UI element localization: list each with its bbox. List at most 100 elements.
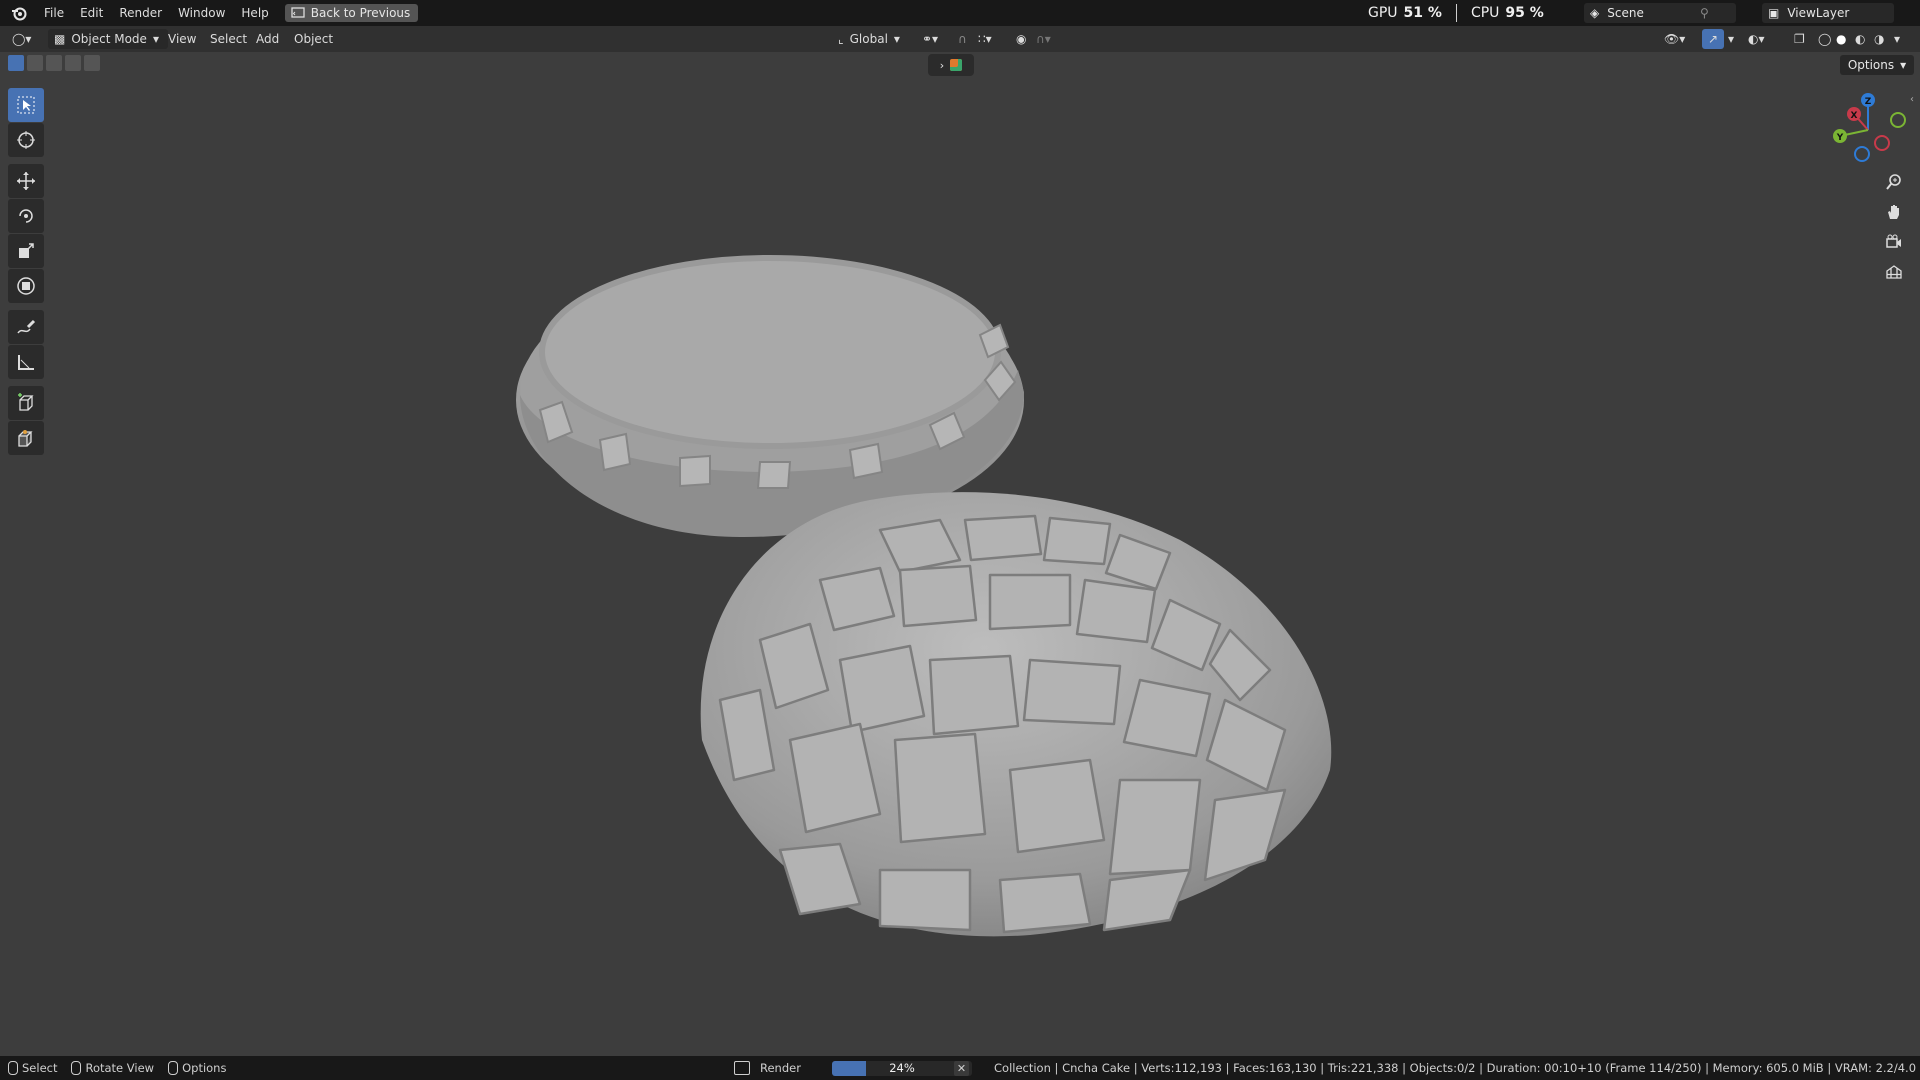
xray-icon: ❐ [1794,32,1805,46]
chevron-down-icon: ▾ [1900,58,1907,72]
cake-lid-mesh[interactable] [516,255,1024,538]
cake-dome-mesh[interactable] [700,492,1332,937]
cpu-label: CPU [1470,5,1500,21]
snap-target-button[interactable]: ∷▾ [978,29,992,49]
hint-rotate-view: Rotate View [71,1061,154,1076]
stats-divider [1455,4,1457,22]
select-extend-icon[interactable] [27,55,43,71]
xray-toggle[interactable]: ❐ [1794,29,1805,49]
render-job-label: Render [760,1061,801,1075]
cursor-icon[interactable] [8,123,44,157]
select-subtract-icon[interactable] [46,55,62,71]
scene-selector[interactable]: ◈ Scene ⚲ [1584,3,1736,23]
select-intersect-icon[interactable] [84,55,100,71]
viewport-scene[interactable] [0,0,1920,1080]
render-job-icon[interactable] [734,1061,750,1075]
snap-toggle[interactable]: ∩ [958,29,967,49]
select-invert-icon[interactable] [65,55,81,71]
magnet-icon: ∩ [958,32,967,46]
proportional-edit-toggle[interactable]: ◉ [1016,29,1026,49]
select-new-icon[interactable] [8,55,24,71]
camera-view-icon[interactable] [1880,228,1908,256]
back-to-previous-button[interactable]: Back to Previous [284,4,419,22]
mouse-left-icon [8,1061,18,1076]
transform-orientation-dropdown[interactable]: ⌞ Global ▾ [838,29,900,49]
object-mode-icon: ▩ [54,32,66,46]
view-layer-name: ViewLayer [1787,6,1850,20]
header-menu-object[interactable]: Object [294,29,333,49]
blender-logo-icon[interactable] [10,4,28,22]
snap-grid-icon: ∷▾ [978,32,992,46]
extrude-icon[interactable] [8,421,44,455]
rotate-icon[interactable] [8,199,44,233]
wireframe-icon: ◯ [1818,32,1832,46]
select-box-icon[interactable] [8,88,44,122]
overlays-toggle[interactable]: ◐▾ [1748,29,1765,49]
solid-icon: ● [1836,32,1847,46]
object-mode-dropdown[interactable]: ▩ Object Mode ▾ [48,29,168,49]
pivot-point-button[interactable]: ⚭▾ [922,29,938,49]
cancel-render-icon[interactable]: ✕ [954,1061,969,1076]
scene-statistics: Collection | Cncha Cake | Verts:112,193 … [994,1061,1920,1075]
ortho-grid-icon[interactable] [1880,258,1908,286]
falloff-icon: ∩▾ [1036,32,1051,46]
hint-rotate-label: Rotate View [85,1060,155,1075]
menu-file[interactable]: File [36,0,72,26]
options-dropdown[interactable]: Options ▾ [1840,55,1914,75]
view-layer-selector[interactable]: ▣ ViewLayer [1762,3,1894,23]
material-icon: ◐ [1855,32,1866,46]
gizmo-toggle[interactable]: ↗ [1702,29,1724,49]
shading-dropdown[interactable]: ▾ [1894,29,1900,49]
zoom-icon[interactable] [1880,168,1908,196]
object-mode-label: Object Mode [71,32,147,46]
hint-select-label: Select [22,1060,58,1075]
selection-mode-buttons [8,55,100,71]
gpu-value: 51 % [1403,5,1442,21]
header-menu-add[interactable]: Add [256,29,279,49]
editor-type-icon: ◯▾ [12,32,32,46]
shading-material[interactable]: ◐ [1855,29,1865,49]
cpu-value: 95 % [1505,5,1544,21]
falloff-button[interactable]: ∩▾ [1036,29,1051,49]
pan-hand-icon[interactable] [1880,198,1908,226]
render-progress-percent: 24% [889,1061,915,1075]
chevron-down-icon: ▾ [1728,32,1735,46]
shading-wireframe[interactable]: ◯ [1818,29,1831,49]
menu-help[interactable]: Help [233,0,276,26]
editor-type-button[interactable]: ◯▾ [12,29,31,49]
menu-window[interactable]: Window [170,0,233,26]
visibility-button[interactable]: 👁▾ [1664,29,1685,49]
keymap-hints: Select Rotate View Options [8,1061,226,1076]
gizmo-x-label: X [1851,111,1858,121]
scene-name: Scene [1607,6,1644,20]
shading-rendered[interactable]: ◑ [1874,29,1884,49]
shading-solid[interactable]: ● [1836,29,1846,49]
transform-icon[interactable] [8,269,44,303]
navigation-gizmo[interactable]: Z X Y [1828,90,1908,170]
scene-icon: ◈ [1590,6,1600,20]
screen-icon [291,7,305,18]
asset-cube-icon [950,59,963,71]
chevron-down-icon: ▾ [152,32,159,46]
annotate-icon[interactable] [8,310,44,344]
proportional-icon: ◉ [1016,32,1027,46]
scale-icon[interactable] [8,234,44,268]
header-menu-select[interactable]: Select [210,29,247,49]
gizmo-dropdown[interactable]: ▾ [1728,29,1734,49]
menu-edit[interactable]: Edit [72,0,111,26]
chevron-right-icon: › [939,58,945,72]
measure-icon[interactable] [8,345,44,379]
move-icon[interactable] [8,164,44,198]
sidebar-toggle-icon[interactable]: ‹ [1910,94,1914,105]
header-menu-view[interactable]: View [168,29,196,49]
chevron-down-icon: ▾ [893,32,900,46]
add-cube-icon[interactable] [8,386,44,420]
chevron-down-icon: ▾ [1894,32,1901,46]
orientation-label: Global [849,32,888,46]
menu-render[interactable]: Render [111,0,170,26]
resource-monitor: GPU 51 % CPU 95 % [1368,0,1544,26]
asset-shelf-toggle[interactable]: › [928,54,974,76]
gizmo-z-label: Z [1865,97,1872,107]
eye-icon: 👁▾ [1664,32,1686,46]
overlays-icon: ◐▾ [1748,32,1765,46]
